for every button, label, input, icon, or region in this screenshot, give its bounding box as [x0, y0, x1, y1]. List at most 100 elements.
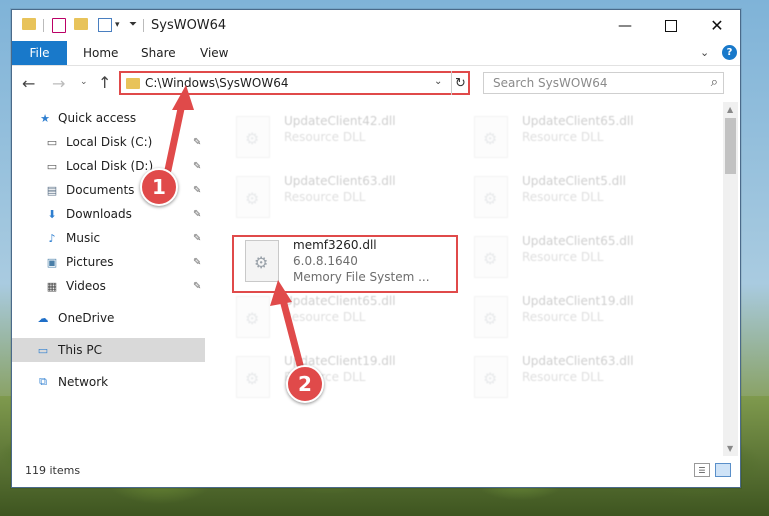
up-button[interactable]: ↑ [98, 73, 111, 92]
file-description: Resource DLL [522, 310, 604, 324]
file-description: Resource DLL [522, 370, 604, 384]
title-bar: ▾ ⏷ SysWOW64 — ✕ [12, 10, 740, 41]
file-name: memf3260.dll [293, 238, 377, 252]
file-name: UpdateClient65.dll [522, 234, 634, 248]
dll-file-icon [474, 356, 508, 398]
pin-icon[interactable]: ✎ [193, 137, 201, 148]
pin-icon[interactable]: ✎ [193, 257, 201, 268]
tab-share[interactable]: Share [141, 46, 176, 60]
chevron-down-icon[interactable]: ▾ [115, 20, 120, 30]
file-description: Resource DLL [522, 190, 604, 204]
file-item[interactable]: UpdateClient63.dll Resource DLL [236, 172, 466, 230]
sidebar-item-local-disk-d[interactable]: ▭ Local Disk (D:) ✎ [12, 154, 205, 178]
file-description: Memory File System ... [293, 270, 430, 284]
sidebar-item-pictures[interactable]: ▣ Pictures ✎ [12, 250, 205, 274]
dll-file-icon [236, 176, 270, 218]
details-view-button[interactable]: ☰ [694, 463, 710, 477]
file-list: UpdateClient42.dll Resource DLL UpdateCl… [209, 102, 721, 456]
file-item[interactable]: UpdateClient65.dll Resource DLL [236, 292, 466, 350]
scroll-up-icon[interactable]: ▲ [727, 105, 733, 114]
file-item[interactable]: UpdateClient65.dll Resource DLL [474, 232, 704, 290]
minimize-icon: — [618, 17, 632, 34]
network-icon: ⧉ [39, 375, 47, 388]
tab-file[interactable]: File [12, 41, 67, 65]
forward-button[interactable]: → [52, 74, 65, 93]
maximize-icon [665, 19, 677, 32]
help-icon[interactable]: ? [722, 45, 737, 60]
back-button[interactable]: ← [22, 74, 35, 93]
sidebar-item-label: Pictures [66, 255, 114, 269]
file-item[interactable]: UpdateClient63.dll Resource DLL [474, 352, 704, 410]
minimize-button[interactable]: — [602, 10, 648, 41]
sidebar-item-this-pc[interactable]: ▭ This PC [12, 338, 205, 362]
file-name: UpdateClient65.dll [284, 294, 396, 308]
scroll-down-icon[interactable]: ▼ [727, 444, 733, 453]
pin-icon[interactable]: ✎ [193, 209, 201, 220]
sidebar-item-onedrive[interactable]: ☁ OneDrive [12, 306, 205, 330]
expand-ribbon-icon[interactable]: ⌄ [700, 46, 709, 59]
address-path[interactable]: C:\Windows\SysWOW64 [145, 76, 289, 90]
file-explorer-window: ▾ ⏷ SysWOW64 — ✕ File Home Share View ⌄ … [11, 9, 741, 488]
quick-access-toolbar-dropdown[interactable]: ⏷ [129, 19, 137, 30]
tab-home[interactable]: Home [83, 46, 118, 60]
dll-file-icon [236, 296, 270, 338]
new-folder-icon[interactable] [74, 18, 88, 30]
customize-icon[interactable] [98, 18, 112, 32]
sidebar-item-videos[interactable]: ▦ Videos ✎ [12, 274, 205, 298]
close-button[interactable]: ✕ [694, 10, 740, 41]
sidebar-item-label: This PC [58, 343, 102, 357]
sidebar-item-local-disk-c[interactable]: ▭ Local Disk (C:) ✎ [12, 130, 205, 154]
sidebar-item-network[interactable]: ⧉ Network [12, 370, 205, 394]
file-description: Resource DLL [284, 310, 366, 324]
step-1-badge: 1 [140, 168, 178, 206]
file-item-memf3260[interactable]: memf3260.dll 6.0.8.1640 Memory File Syst… [245, 236, 475, 294]
sidebar-item-quick-access[interactable]: ★ Quick access [12, 106, 205, 130]
file-description: Resource DLL [522, 130, 604, 144]
address-dropdown-icon[interactable]: ⌄ [434, 76, 442, 87]
pictures-icon: ▣ [46, 255, 58, 269]
sidebar-item-label: Videos [66, 279, 106, 293]
navigation-pane: ★ Quick access ▭ Local Disk (C:) ✎ ▭ Loc… [12, 102, 205, 456]
close-icon: ✕ [710, 16, 724, 35]
sidebar-item-label: Local Disk (D:) [66, 159, 154, 173]
file-name: UpdateClient5.dll [522, 174, 626, 188]
address-bar[interactable]: C:\Windows\SysWOW64 ⌄ ↻ [119, 71, 470, 95]
search-input[interactable] [484, 73, 703, 93]
file-item[interactable]: UpdateClient19.dll Resource DLL [236, 352, 466, 410]
file-item[interactable]: UpdateClient65.dll Resource DLL [474, 112, 704, 170]
pin-icon[interactable]: ✎ [193, 281, 201, 292]
download-icon: ⬇ [47, 207, 57, 221]
dll-file-icon [474, 236, 508, 278]
music-icon: ♪ [48, 231, 56, 245]
file-item[interactable]: UpdateClient42.dll Resource DLL [236, 112, 466, 170]
tiles-view-button[interactable] [715, 463, 731, 477]
tab-view[interactable]: View [200, 46, 228, 60]
search-icon: ⌕ [710, 75, 718, 90]
pin-icon[interactable]: ✎ [193, 161, 201, 172]
dll-file-icon [474, 296, 508, 338]
search-box[interactable]: ⌕ [483, 72, 724, 94]
file-item[interactable]: UpdateClient5.dll Resource DLL [474, 172, 704, 230]
vertical-scrollbar[interactable]: ▲ ▼ [723, 102, 738, 456]
computer-icon: ▭ [37, 343, 49, 357]
recent-locations-button[interactable]: ⌄ [80, 77, 88, 87]
dll-file-icon [474, 176, 508, 218]
star-icon: ★ [40, 111, 50, 125]
divider [143, 19, 144, 32]
navigation-bar: ← → ⌄ ↑ C:\Windows\SysWOW64 ⌄ ↻ ⌕ [12, 66, 740, 101]
scroll-thumb[interactable] [725, 118, 736, 174]
folder-icon [126, 78, 140, 89]
file-item[interactable]: UpdateClient19.dll Resource DLL [474, 292, 704, 350]
file-description: Resource DLL [284, 130, 366, 144]
properties-check-icon[interactable] [52, 18, 66, 33]
sidebar-item-label: OneDrive [58, 311, 115, 325]
maximize-button[interactable] [648, 10, 694, 41]
folder-icon [22, 18, 36, 30]
refresh-button[interactable]: ↻ [451, 71, 469, 95]
pin-icon[interactable]: ✎ [193, 185, 201, 196]
cloud-icon: ☁ [37, 311, 49, 325]
sidebar-item-downloads[interactable]: ⬇ Downloads ✎ [12, 202, 205, 226]
drive-icon: ▭ [46, 159, 58, 173]
pin-icon[interactable]: ✎ [193, 233, 201, 244]
sidebar-item-music[interactable]: ♪ Music ✎ [12, 226, 205, 250]
